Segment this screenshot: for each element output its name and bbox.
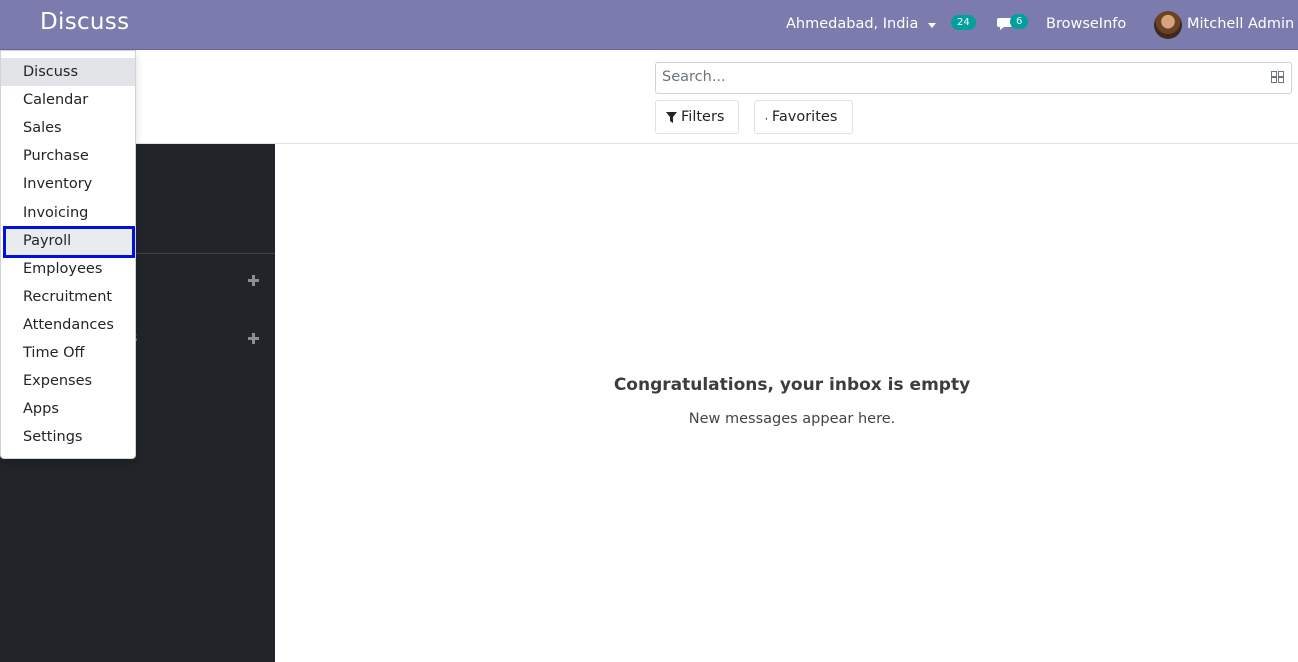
app-menu-item-settings[interactable]: Settings [1, 423, 135, 451]
control-panel: Filters , Favorites [0, 51, 1298, 144]
activity-count-badge[interactable]: 24 [951, 15, 976, 30]
app-menu-item-time-off[interactable]: Time Off [1, 339, 135, 367]
top-navbar: Discuss Ahmedabad, India 24 6 BrowseInfo… [0, 0, 1298, 50]
browseinfo-link[interactable]: BrowseInfo [1046, 16, 1126, 32]
company-switcher[interactable]: Ahmedabad, India [786, 16, 937, 32]
empty-inbox-title: Congratulations, your inbox is empty [613, 375, 971, 395]
app-menu-item-attendances[interactable]: Attendances [1, 311, 135, 339]
user-menu[interactable]: Mitchell Admin [1187, 16, 1294, 32]
app-menu-item-employees[interactable]: Employees [1, 255, 135, 283]
caret-down-icon [928, 22, 937, 28]
search-box[interactable] [655, 62, 1292, 94]
app-menu-item-expenses[interactable]: Expenses [1, 367, 135, 395]
app-title[interactable]: Discuss [40, 9, 129, 35]
filter-icon [666, 111, 677, 123]
filters-button[interactable]: Filters [655, 100, 739, 134]
add-message-icon[interactable] [248, 333, 259, 344]
filters-label: Filters [681, 109, 725, 125]
search-input[interactable] [662, 69, 1252, 85]
app-menu-item-recruitment[interactable]: Recruitment [1, 283, 135, 311]
favorites-label: Favorites [771, 109, 838, 125]
empty-inbox-subtitle: New messages appear here. [688, 411, 896, 427]
add-channel-icon[interactable] [248, 275, 259, 286]
app-menu-item-apps[interactable]: Apps [1, 395, 135, 423]
app-menu-item-invoicing[interactable]: Invoicing [1, 199, 135, 227]
app-switcher-menu: Discuss Calendar Sales Purchase Inventor… [0, 50, 136, 459]
app-menu-item-sales[interactable]: Sales [1, 114, 135, 142]
chat-count-badge[interactable]: 6 [1010, 14, 1029, 29]
app-menu-item-inventory[interactable]: Inventory [1, 170, 135, 198]
favorites-button[interactable]: , Favorites [754, 100, 853, 134]
app-menu-item-purchase[interactable]: Purchase [1, 142, 135, 170]
star-icon: , [765, 112, 768, 122]
app-menu-item-calendar[interactable]: Calendar [1, 86, 135, 114]
search-panel-toggle-icon[interactable] [1271, 71, 1284, 83]
user-avatar[interactable] [1154, 11, 1182, 39]
app-menu-item-payroll[interactable]: Payroll [3, 226, 135, 258]
app-menu-item-discuss[interactable]: Discuss [1, 58, 135, 86]
company-name: Ahmedabad, India [786, 16, 919, 32]
